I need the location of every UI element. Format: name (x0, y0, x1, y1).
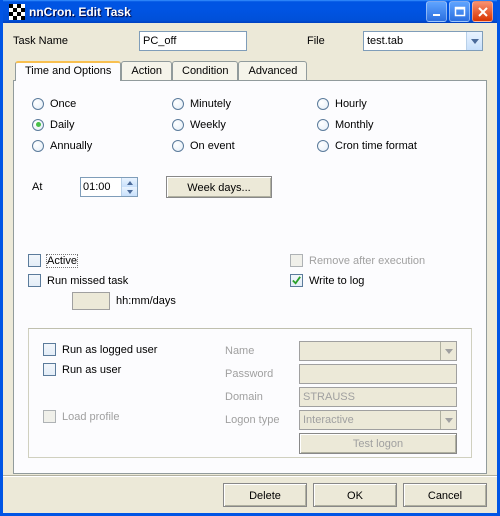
minimize-button[interactable] (426, 1, 447, 22)
spin-down-icon[interactable] (122, 187, 137, 196)
name-label: Name (225, 345, 299, 357)
at-label: At (32, 181, 80, 193)
check-load-profile (43, 410, 56, 423)
radio-weekly[interactable] (172, 119, 184, 131)
at-time-input[interactable] (81, 178, 121, 196)
radio-once[interactable] (32, 98, 44, 110)
tab-time-and-options[interactable]: Time and Options (15, 61, 121, 81)
task-name-input[interactable] (139, 31, 247, 51)
spin-up-icon[interactable] (122, 178, 137, 187)
check-active[interactable] (28, 254, 41, 267)
content: Task Name File test.tab Time and Options… (3, 23, 497, 476)
tab-condition[interactable]: Condition (172, 61, 238, 80)
check-run-logged-user[interactable] (43, 343, 56, 356)
tabs: Time and Options Action Condition Advanc… (13, 61, 487, 474)
check-write-to-log[interactable] (290, 274, 303, 287)
app-icon (9, 4, 25, 20)
domain-input: STRAUSS (299, 387, 457, 407)
tab-advanced[interactable]: Advanced (238, 61, 307, 80)
chevron-down-icon (466, 32, 482, 50)
tab-body: Once Minutely Hourly Daily Weekly Monthl… (13, 80, 487, 474)
close-button[interactable] (472, 1, 493, 22)
file-label: File (307, 35, 363, 47)
test-logon-button: Test logon (299, 433, 457, 454)
hhmmdays-label: hh:mm/days (116, 295, 176, 307)
logon-type-label: Logon type (225, 414, 299, 426)
bottom-bar: Delete OK Cancel (3, 476, 497, 513)
titlebar: nnCron. Edit Task (3, 0, 497, 23)
delete-button[interactable]: Delete (223, 483, 307, 507)
check-remove-after (290, 254, 303, 267)
radio-annually[interactable] (32, 140, 44, 152)
radio-hourly[interactable] (317, 98, 329, 110)
radio-monthly[interactable] (317, 119, 329, 131)
window: nnCron. Edit Task Task Name File test.ta… (0, 0, 500, 516)
domain-label: Domain (225, 391, 299, 403)
task-name-label: Task Name (13, 35, 139, 47)
file-select[interactable]: test.tab (363, 31, 483, 51)
weekdays-button[interactable]: Week days... (166, 176, 272, 198)
tab-action[interactable]: Action (121, 61, 172, 80)
password-label: Password (225, 368, 299, 380)
ok-button[interactable]: OK (313, 483, 397, 507)
cancel-button[interactable]: Cancel (403, 483, 487, 507)
password-input (299, 364, 457, 384)
schedule-radio-group: Once Minutely Hourly Daily Weekly Monthl… (32, 95, 472, 154)
radio-on-event[interactable] (172, 140, 184, 152)
logon-type-select: Interactive (299, 410, 457, 430)
radio-minutely[interactable] (172, 98, 184, 110)
check-run-as-user[interactable] (43, 363, 56, 376)
chevron-down-icon (440, 342, 456, 360)
missed-time-input (72, 292, 110, 310)
at-time-spinner[interactable] (80, 177, 138, 197)
file-select-value: test.tab (364, 35, 466, 47)
window-title: nnCron. Edit Task (29, 5, 424, 19)
radio-daily[interactable] (32, 119, 44, 131)
runas-group: Run as logged user Run as user Load prof… (28, 328, 472, 458)
radio-cron-time-format[interactable] (317, 140, 329, 152)
check-run-missed[interactable] (28, 274, 41, 287)
maximize-button[interactable] (449, 1, 470, 22)
chevron-down-icon (440, 411, 456, 429)
name-select (299, 341, 457, 361)
